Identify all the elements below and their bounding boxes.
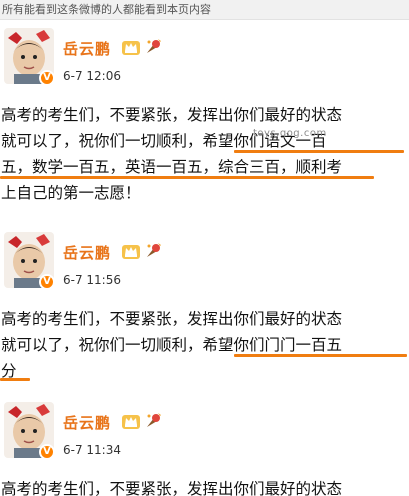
mic-badge-icon[interactable] [144,412,162,430]
highlight-underline [234,354,407,357]
post-line: 高考的考生们，不要紧张，发挥出你们最好的状态 [1,480,343,496]
user-name[interactable]: 岳云鹏 [63,242,111,263]
avatar[interactable]: V [4,402,55,460]
crown-badge-icon[interactable] [121,38,141,56]
mic-badge-icon[interactable] [144,242,162,260]
mic-badge-icon[interactable] [144,38,162,56]
post-time: 6-7 11:56 [63,273,121,287]
avatar[interactable]: V [4,232,55,290]
user-name[interactable]: 岳云鹏 [63,412,111,433]
verified-v-icon: V [39,274,55,290]
highlight-underline [234,150,404,153]
weibo-screenshot: 所有能看到这条微博的人都能看到本页内容 V 岳云鹏 6-7 12:06 高考的考… [0,0,409,496]
user-name[interactable]: 岳云鹏 [63,38,111,59]
post-line: 高考的考生们，不要紧张，发挥出你们最好的状态 [1,106,343,124]
post-body: 高考的考生们，不要紧张，发挥出你们最好的状态 就可以了，祝你们一切顺利，希望你们… [0,102,409,206]
verified-v-icon: V [39,444,55,460]
post-body: 高考的考生们，不要紧张，发挥出你们最好的状态 就可以了，祝你们一切顺利，希望你们… [0,306,409,384]
highlight-underline [0,378,30,381]
visibility-banner: 所有能看到这条微博的人都能看到本页内容 [0,0,409,20]
crown-badge-icon[interactable] [121,412,141,430]
watermark: toys.gog.com [253,128,327,139]
avatar[interactable]: V [4,28,55,86]
post-body: 高考的考生们，不要紧张，发挥出你们最好的状态 [0,476,409,496]
post-time: 6-7 11:34 [63,443,121,457]
post-line: 上自己的第一志愿！ [1,184,141,202]
post-line: 高考的考生们，不要紧张，发挥出你们最好的状态 [1,310,343,328]
verified-v-icon: V [39,70,55,86]
post-line: 分 [1,362,17,380]
crown-badge-icon[interactable] [121,242,141,260]
highlight-underline [0,176,374,179]
post-time: 6-7 12:06 [63,69,121,83]
